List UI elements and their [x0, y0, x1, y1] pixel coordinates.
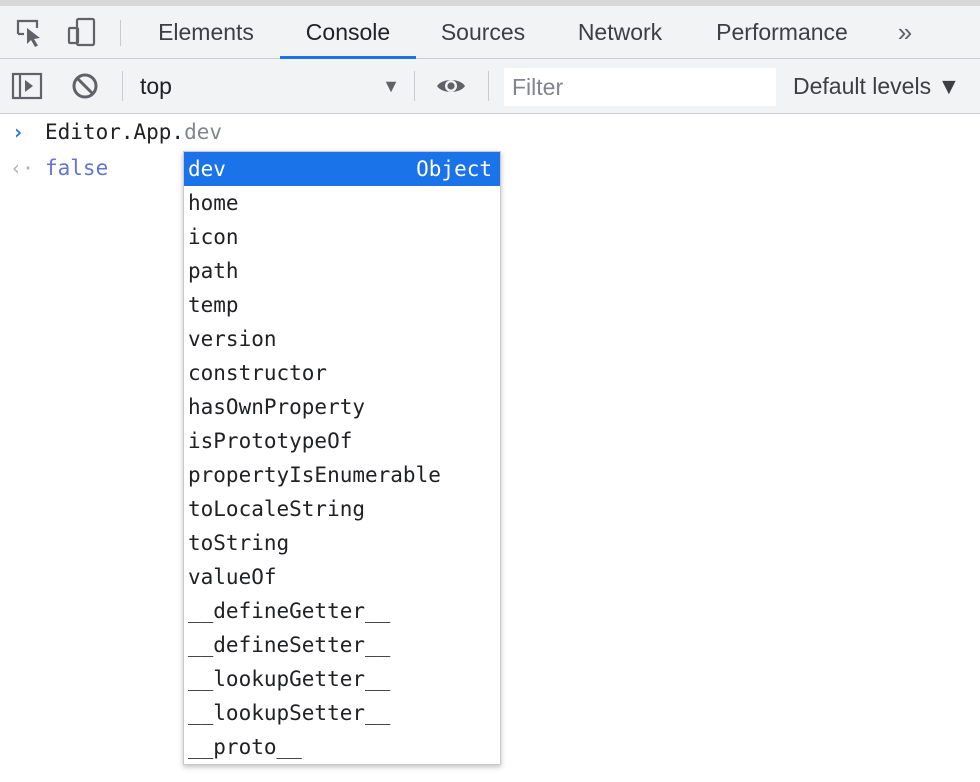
- autocomplete-item-label: hasOwnProperty: [188, 395, 366, 419]
- tab-bar-separator: [120, 20, 121, 46]
- autocomplete-item-type: Object: [416, 157, 492, 181]
- tab-elements[interactable]: Elements: [144, 6, 268, 58]
- tab-performance[interactable]: Performance: [702, 6, 862, 58]
- clear-console-icon[interactable]: [69, 70, 101, 102]
- autocomplete-item-label: propertyIsEnumerable: [188, 463, 441, 487]
- autocomplete-item[interactable]: __defineSetter__: [184, 628, 500, 662]
- typed-text: Editor.App.: [45, 120, 185, 144]
- autocomplete-item-label: __lookupSetter__: [188, 701, 391, 725]
- toolbar-separator: [414, 71, 415, 101]
- autocomplete-ghost-text: dev: [184, 120, 223, 144]
- autocomplete-item-label: icon: [188, 225, 239, 249]
- autocomplete-item-label: __proto__: [188, 735, 302, 759]
- chevron-down-icon: ▼: [382, 76, 400, 96]
- console-input-text[interactable]: Editor.App.dev: [45, 115, 222, 149]
- autocomplete-item-label: temp: [188, 293, 239, 317]
- autocomplete-item[interactable]: propertyIsEnumerable: [184, 458, 500, 492]
- tab-sources[interactable]: Sources: [428, 6, 538, 58]
- autocomplete-item-label: path: [188, 259, 239, 283]
- tab-console[interactable]: Console: [280, 6, 416, 59]
- filter-input[interactable]: [504, 68, 776, 106]
- autocomplete-suggestions: dev Object home icon path temp version construc…: [183, 151, 501, 765]
- autocomplete-item[interactable]: hasOwnProperty: [184, 390, 500, 424]
- prompt-chevron-icon: ›: [12, 120, 25, 144]
- autocomplete-item-label: valueOf: [188, 565, 277, 589]
- toolbar-separator: [488, 71, 489, 101]
- autocomplete-item-label: toString: [188, 531, 290, 555]
- autocomplete-item[interactable]: path: [184, 254, 500, 288]
- autocomplete-item-label: __defineSetter__: [188, 633, 391, 657]
- autocomplete-item-label: __lookupGetter__: [188, 667, 391, 691]
- autocomplete-item[interactable]: constructor: [184, 356, 500, 390]
- autocomplete-item[interactable]: __lookupGetter__: [184, 662, 500, 696]
- devtools-tab-bar: Elements Console Sources Network Perform…: [0, 6, 980, 59]
- result-arrow-icon: ‹·: [10, 156, 35, 180]
- autocomplete-item[interactable]: isPrototypeOf: [184, 424, 500, 458]
- autocomplete-item[interactable]: dev Object: [184, 152, 500, 186]
- autocomplete-item-label: __defineGetter__: [188, 599, 391, 623]
- autocomplete-item[interactable]: toLocaleString: [184, 492, 500, 526]
- console-result-value: false: [45, 156, 109, 180]
- log-levels-dropdown[interactable]: Default levels ▼: [793, 59, 960, 113]
- autocomplete-item[interactable]: __proto__: [184, 730, 500, 764]
- more-tabs-icon[interactable]: »: [890, 14, 920, 50]
- console-input-line[interactable]: › Editor.App.dev: [0, 115, 980, 149]
- autocomplete-item[interactable]: __lookupSetter__: [184, 696, 500, 730]
- autocomplete-item[interactable]: valueOf: [184, 560, 500, 594]
- autocomplete-item-label: isPrototypeOf: [188, 429, 353, 453]
- device-toolbar-icon[interactable]: [66, 16, 98, 48]
- execution-context-select[interactable]: top ▼: [138, 59, 400, 113]
- autocomplete-item[interactable]: icon: [184, 220, 500, 254]
- toolbar-separator: [122, 71, 123, 101]
- autocomplete-item-label: version: [188, 327, 277, 351]
- eye-icon[interactable]: [435, 70, 467, 102]
- autocomplete-item[interactable]: toString: [184, 526, 500, 560]
- autocomplete-item-label: home: [188, 191, 239, 215]
- autocomplete-item[interactable]: __defineGetter__: [184, 594, 500, 628]
- autocomplete-item-label: dev: [188, 157, 226, 181]
- inspect-element-icon[interactable]: [14, 16, 46, 48]
- autocomplete-item[interactable]: temp: [184, 288, 500, 322]
- sidebar-toggle-icon[interactable]: [11, 70, 43, 102]
- execution-context-value: top: [140, 73, 172, 99]
- autocomplete-item[interactable]: home: [184, 186, 500, 220]
- autocomplete-item-label: constructor: [188, 361, 328, 385]
- autocomplete-item[interactable]: version: [184, 322, 500, 356]
- tab-network[interactable]: Network: [562, 6, 678, 58]
- console-toolbar: top ▼ Default levels ▼: [0, 59, 980, 114]
- autocomplete-item-label: toLocaleString: [188, 497, 366, 521]
